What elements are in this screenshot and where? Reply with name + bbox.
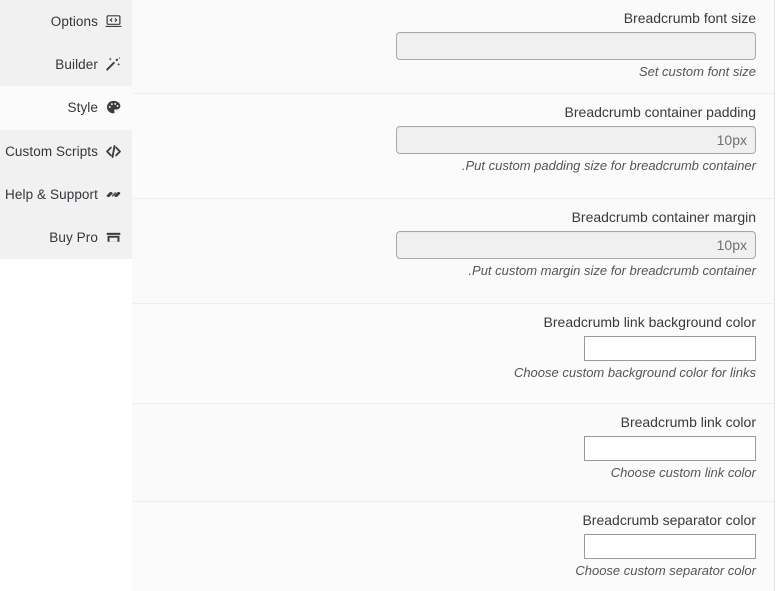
field-control <box>146 534 756 559</box>
field-row-breadcrumb-link-color: Breadcrumb link color Choose custom link… <box>132 404 774 502</box>
field-label: Breadcrumb font size <box>623 10 756 26</box>
sidebar-item-style[interactable]: Style <box>0 86 132 130</box>
breadcrumb-link-color-input[interactable] <box>584 436 756 461</box>
sidebar-item-label: Builder <box>55 57 98 73</box>
field-description: Set custom font size <box>638 64 756 79</box>
breadcrumb-link-background-color-input[interactable] <box>584 336 756 361</box>
field-row-breadcrumb-container-margin: Breadcrumb container margin .Put custom … <box>132 199 774 304</box>
laptop-code-icon <box>105 13 122 30</box>
field-description: .Put custom margin size for breadcrumb c… <box>468 263 756 278</box>
field-description: Choose custom background color for links <box>513 365 756 380</box>
sidebar-item-label: Style <box>67 100 98 116</box>
store-icon <box>105 229 122 246</box>
breadcrumb-container-padding-input[interactable] <box>396 126 756 154</box>
handshake-icon <box>105 186 122 203</box>
field-description: .Put custom padding size for breadcrumb … <box>461 158 756 173</box>
field-control <box>146 231 756 259</box>
sidebar-item-builder[interactable]: Builder <box>0 43 132 87</box>
settings-page: Options Builder Style Custom Scripts Hel… <box>0 0 781 591</box>
field-label: Breadcrumb container padding <box>564 104 756 120</box>
field-label: Breadcrumb separator color <box>582 512 756 528</box>
field-label: Breadcrumb link background color <box>543 314 756 330</box>
palette-icon <box>105 99 122 116</box>
field-control <box>146 436 756 461</box>
magic-wand-icon <box>105 56 122 73</box>
field-row-breadcrumb-font-size: Breadcrumb font size Set custom font siz… <box>132 0 774 94</box>
field-row-breadcrumb-separator-color: Breadcrumb separator color Choose custom… <box>132 502 774 591</box>
breadcrumb-container-margin-input[interactable] <box>396 231 756 259</box>
field-control <box>146 126 756 154</box>
sidebar-item-label: Buy Pro <box>49 230 98 246</box>
breadcrumb-separator-color-input[interactable] <box>584 534 756 559</box>
field-row-breadcrumb-link-background-color: Breadcrumb link background color Choose … <box>132 304 774 404</box>
sidebar-item-label: Custom Scripts <box>5 143 98 159</box>
field-label: Breadcrumb container margin <box>571 209 756 225</box>
field-label: Breadcrumb link color <box>620 414 756 430</box>
field-row-breadcrumb-container-padding: Breadcrumb container padding .Put custom… <box>132 94 774 199</box>
sidebar-item-label: Options <box>50 14 98 30</box>
code-tags-icon <box>105 143 122 160</box>
sidebar-item-buy-pro[interactable]: Buy Pro <box>0 215 132 260</box>
field-description: Choose custom link color <box>610 465 756 480</box>
sidebar-item-options[interactable]: Options <box>0 0 132 44</box>
field-control <box>146 336 756 361</box>
sidebar-nav: Options Builder Style Custom Scripts Hel… <box>0 0 132 260</box>
breadcrumb-font-size-input[interactable] <box>396 32 756 60</box>
field-description: Choose custom separator color <box>575 563 756 578</box>
sidebar-item-custom-scripts[interactable]: Custom Scripts <box>0 129 132 173</box>
field-control <box>146 32 756 60</box>
settings-form: Breadcrumb font size Set custom font siz… <box>132 0 775 591</box>
sidebar-item-help-support[interactable]: Help & Support <box>0 172 132 216</box>
sidebar-item-label: Help & Support <box>5 186 98 202</box>
